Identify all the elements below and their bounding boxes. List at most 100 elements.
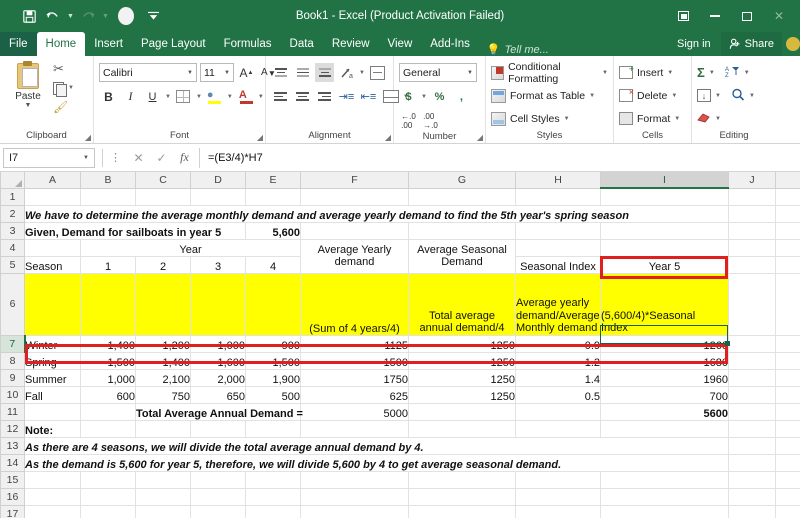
insert-function-button[interactable]: fx	[173, 148, 196, 168]
increase-indent-button[interactable]: ⇤≡	[359, 87, 378, 106]
column-header-B[interactable]: B	[81, 172, 136, 188]
cell-F16[interactable]	[301, 488, 409, 505]
cell-H16[interactable]	[516, 488, 601, 505]
align-left-button[interactable]	[271, 87, 290, 106]
cell-B1[interactable]	[81, 188, 136, 205]
name-box-dropdown-icon[interactable]: ▼	[83, 155, 89, 161]
cell-A16[interactable]	[25, 488, 81, 505]
font-name-combo[interactable]: Calibri ▼	[99, 63, 197, 82]
cell-A3[interactable]: Given, Demand for sailboats in year 5	[25, 222, 246, 239]
cell-D15[interactable]	[191, 471, 246, 488]
delete-cells-button[interactable]: Delete ▼	[619, 85, 677, 106]
cell-B10[interactable]: 600	[81, 386, 136, 403]
cell-B7[interactable]: 1,400	[81, 335, 136, 352]
cell-K6[interactable]	[776, 273, 800, 335]
cell-E6[interactable]	[246, 273, 301, 335]
undo-dropdown-icon[interactable]: ▼	[66, 13, 75, 20]
cell-E7[interactable]: 900	[246, 335, 301, 352]
cell-E10[interactable]: 500	[246, 386, 301, 403]
find-and-select-button[interactable]	[731, 88, 745, 104]
cell-F8[interactable]: 1500	[301, 352, 409, 369]
number-format-dropdown-icon[interactable]: ▼	[464, 70, 473, 76]
cell-J10[interactable]	[729, 386, 776, 403]
cell-F6[interactable]: (Sum of 4 years/4)	[301, 273, 409, 335]
sort-filter-dropdown-icon[interactable]: ▼	[744, 70, 750, 76]
undo-icon[interactable]	[42, 5, 64, 27]
format-painter-button[interactable]: 🖌	[53, 99, 74, 115]
cell-K9[interactable]	[776, 369, 800, 386]
cell-K16[interactable]	[776, 488, 800, 505]
cancel-formula-button[interactable]: ✕	[127, 148, 150, 168]
cell-K10[interactable]	[776, 386, 800, 403]
cell-J14[interactable]	[729, 454, 776, 471]
cell-B17[interactable]	[81, 505, 136, 518]
cell-G7[interactable]: 1250	[409, 335, 516, 352]
cell-D9[interactable]: 2,000	[191, 369, 246, 386]
cell-J12[interactable]	[729, 420, 776, 437]
cell-D8[interactable]: 1,600	[191, 352, 246, 369]
tab-insert[interactable]: Insert	[85, 32, 132, 56]
cell-D5[interactable]: 3	[191, 256, 246, 273]
cell-D17[interactable]	[191, 505, 246, 518]
font-dialog-launcher-icon[interactable]: ◢	[257, 133, 263, 142]
cell-H9[interactable]: 1.4	[516, 369, 601, 386]
cell-C17[interactable]	[136, 505, 191, 518]
cell-K11[interactable]	[776, 403, 800, 420]
cell-J11[interactable]	[729, 403, 776, 420]
column-header-G[interactable]: G	[409, 172, 516, 188]
column-header-F[interactable]: F	[301, 172, 409, 188]
autosum-dropdown-icon[interactable]: ▼	[709, 70, 715, 76]
cell-J9[interactable]	[729, 369, 776, 386]
cell-B5[interactable]: 1	[81, 256, 136, 273]
cell-E3[interactable]: 5,600	[246, 222, 301, 239]
cell-H8[interactable]: 1.2	[516, 352, 601, 369]
cell-A12[interactable]: Note:	[25, 420, 81, 437]
cell-F1[interactable]	[301, 188, 409, 205]
align-right-button[interactable]	[315, 87, 334, 106]
formula-input[interactable]: =(E3/4)*H7	[199, 148, 797, 168]
font-size-dropdown-icon[interactable]: ▼	[221, 70, 230, 76]
cell-B16[interactable]	[81, 488, 136, 505]
cell-I3[interactable]	[601, 222, 729, 239]
cell-K2[interactable]	[776, 205, 800, 222]
cell-C11[interactable]: Total Average Annual Demand =	[136, 403, 301, 420]
cell-G11[interactable]	[409, 403, 516, 420]
cell-H1[interactable]	[516, 188, 601, 205]
row-header-17[interactable]: 17	[1, 505, 25, 518]
sort-and-filter-button[interactable]: A Z	[725, 65, 740, 81]
orientation-button[interactable]: a	[337, 63, 356, 82]
cell-D7[interactable]: 1,000	[191, 335, 246, 352]
cell-D6[interactable]	[191, 273, 246, 335]
align-top-button[interactable]	[271, 63, 290, 82]
cell-H12[interactable]	[516, 420, 601, 437]
row-header-4[interactable]: 4	[1, 239, 25, 256]
cell-B8[interactable]: 1,500	[81, 352, 136, 369]
cell-I6[interactable]: (5,600/4)*Seasonal Index	[601, 273, 729, 335]
cell-H11[interactable]	[516, 403, 601, 420]
cell-K3[interactable]	[776, 222, 800, 239]
paste-dropdown-icon[interactable]: ▼	[25, 102, 32, 109]
cell-H15[interactable]	[516, 471, 601, 488]
cell-A7[interactable]: Winter	[25, 335, 81, 352]
cell-J15[interactable]	[729, 471, 776, 488]
cell-C5[interactable]: 2	[136, 256, 191, 273]
cell-A4[interactable]	[25, 239, 81, 256]
row-header-14[interactable]: 14	[1, 454, 25, 471]
ribbon-display-options-icon[interactable]	[668, 3, 698, 29]
cell-I9[interactable]: 1960	[601, 369, 729, 386]
cell-E9[interactable]: 1,900	[246, 369, 301, 386]
paste-button[interactable]: Paste ▼	[5, 59, 51, 109]
number-dialog-launcher-icon[interactable]: ◢	[477, 133, 483, 142]
cell-C6[interactable]	[136, 273, 191, 335]
fill-button[interactable]: ↓	[697, 89, 711, 102]
cell-D16[interactable]	[191, 488, 246, 505]
row-header-11[interactable]: 11	[1, 403, 25, 420]
font-size-combo[interactable]: 11 ▼	[200, 63, 234, 82]
cell-B11[interactable]	[81, 403, 136, 420]
comma-style-button[interactable]: ,	[452, 87, 471, 106]
cell-F11[interactable]: 5000	[301, 403, 409, 420]
cell-B9[interactable]: 1,000	[81, 369, 136, 386]
cell-C9[interactable]: 2,100	[136, 369, 191, 386]
row-header-5[interactable]: 5	[1, 256, 25, 273]
row-header-16[interactable]: 16	[1, 488, 25, 505]
